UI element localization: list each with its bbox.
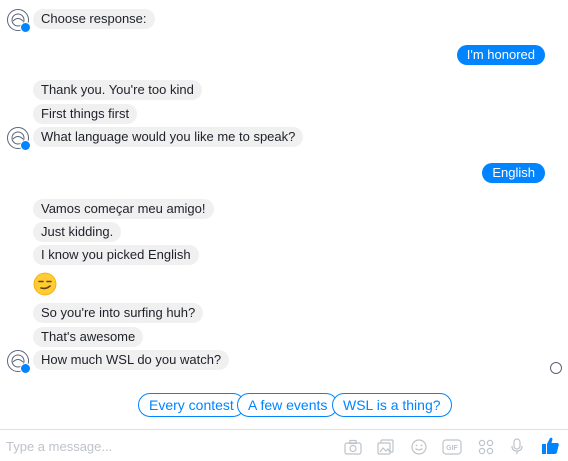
bot-message: How much WSL do you watch? <box>33 350 230 370</box>
quick-reply-a-few-events[interactable]: A few events <box>237 393 339 417</box>
bot-avatar <box>7 127 31 151</box>
bot-message: What language would you like me to speak… <box>33 127 304 147</box>
emoji-icon[interactable] <box>411 439 427 455</box>
bot-message: Vamos começar meu amigo! <box>33 199 214 219</box>
bot-message: Thank you. You're too kind <box>33 80 202 100</box>
seen-avatar-icon <box>550 362 562 374</box>
bot-message: I know you picked English <box>33 245 199 265</box>
bot-message: Just kidding. <box>33 222 122 242</box>
message-input[interactable]: Type a message... <box>6 439 112 454</box>
gallery-icon[interactable] <box>377 439 395 455</box>
bot-message: First things first <box>33 104 138 124</box>
user-message: I'm honored <box>456 45 545 65</box>
quick-reply-every-contest[interactable]: Every contest <box>138 393 245 417</box>
camera-icon[interactable] <box>344 439 362 455</box>
bot-message: Choose response: <box>33 9 155 29</box>
bot-avatar <box>7 9 31 33</box>
apps-icon[interactable] <box>478 439 494 455</box>
user-message: English <box>482 163 545 183</box>
bot-message: So you're into surfing huh? <box>33 303 204 323</box>
composer-bar: Type a message... GIF <box>0 429 568 461</box>
microphone-icon[interactable] <box>510 438 524 455</box>
quick-reply-wsl-is-a-thing[interactable]: WSL is a thing? <box>332 393 452 417</box>
gif-icon[interactable]: GIF <box>442 439 462 455</box>
thumbs-up-icon[interactable] <box>541 436 560 455</box>
svg-text:GIF: GIF <box>446 445 458 452</box>
bot-avatar <box>7 350 31 374</box>
smirk-emoji-icon <box>33 272 57 296</box>
bot-message: That's awesome <box>33 327 144 347</box>
